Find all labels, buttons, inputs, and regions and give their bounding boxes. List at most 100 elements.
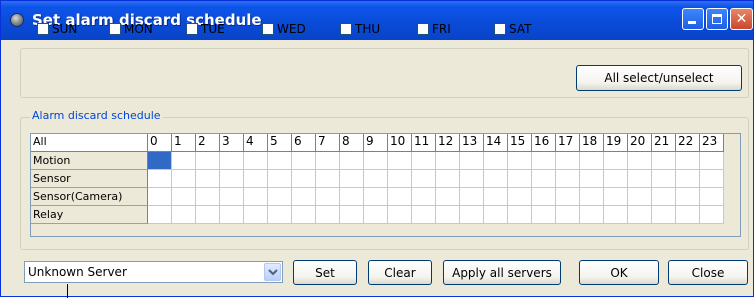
hour-header-4[interactable]: 4	[244, 133, 268, 152]
schedule-cell[interactable]	[604, 152, 628, 170]
schedule-cell[interactable]	[172, 206, 196, 224]
schedule-cell[interactable]	[316, 206, 340, 224]
schedule-cell[interactable]	[604, 188, 628, 206]
schedule-cell[interactable]	[460, 188, 484, 206]
hour-header-19[interactable]: 19	[604, 133, 628, 152]
schedule-cell[interactable]	[652, 206, 676, 224]
hour-header-2[interactable]: 2	[196, 133, 220, 152]
schedule-cell[interactable]	[508, 152, 532, 170]
hour-header-0[interactable]: 0	[148, 133, 172, 152]
schedule-cell[interactable]	[436, 152, 460, 170]
schedule-cell[interactable]	[340, 170, 364, 188]
schedule-cell[interactable]	[244, 188, 268, 206]
schedule-cell[interactable]	[484, 152, 508, 170]
schedule-cell[interactable]	[652, 188, 676, 206]
checkbox[interactable]	[262, 23, 274, 35]
dropdown-button[interactable]	[264, 263, 281, 281]
schedule-cell[interactable]	[628, 206, 652, 224]
schedule-cell[interactable]	[532, 188, 556, 206]
schedule-cell[interactable]	[676, 170, 700, 188]
schedule-cell[interactable]	[652, 170, 676, 188]
hour-header-15[interactable]: 15	[508, 133, 532, 152]
day-checkbox-wed[interactable]: WED	[262, 21, 306, 37]
schedule-cell[interactable]	[412, 170, 436, 188]
schedule-cell[interactable]	[556, 170, 580, 188]
schedule-cell[interactable]	[196, 170, 220, 188]
schedule-cell[interactable]	[676, 206, 700, 224]
schedule-cell[interactable]	[196, 152, 220, 170]
schedule-cell[interactable]	[628, 188, 652, 206]
server-select[interactable]: Unknown Server	[24, 261, 283, 283]
schedule-cell[interactable]	[556, 152, 580, 170]
schedule-cell[interactable]	[340, 152, 364, 170]
schedule-cell[interactable]	[676, 152, 700, 170]
schedule-cell[interactable]	[508, 206, 532, 224]
checkbox[interactable]	[37, 23, 49, 35]
schedule-cell[interactable]	[340, 188, 364, 206]
schedule-cell[interactable]	[676, 188, 700, 206]
schedule-cell[interactable]	[436, 170, 460, 188]
schedule-cell[interactable]	[364, 152, 388, 170]
schedule-cell[interactable]	[364, 170, 388, 188]
apply-all-servers-button[interactable]: Apply all servers	[443, 260, 561, 285]
hour-header-9[interactable]: 9	[364, 133, 388, 152]
schedule-cell[interactable]	[172, 188, 196, 206]
schedule-cell[interactable]	[292, 206, 316, 224]
schedule-cell[interactable]	[580, 170, 604, 188]
schedule-cell[interactable]	[604, 170, 628, 188]
day-checkbox-sat[interactable]: SAT	[494, 21, 531, 37]
schedule-cell[interactable]	[196, 188, 220, 206]
schedule-cell[interactable]	[316, 152, 340, 170]
all-select-button[interactable]: All select/unselect	[576, 65, 742, 91]
schedule-cell[interactable]	[412, 188, 436, 206]
schedule-cell[interactable]	[220, 206, 244, 224]
schedule-cell[interactable]	[508, 170, 532, 188]
schedule-cell[interactable]	[172, 152, 196, 170]
schedule-cell[interactable]	[628, 152, 652, 170]
checkbox[interactable]	[340, 23, 352, 35]
schedule-cell[interactable]	[220, 170, 244, 188]
schedule-cell[interactable]	[532, 206, 556, 224]
hour-header-17[interactable]: 17	[556, 133, 580, 152]
hour-header-5[interactable]: 5	[268, 133, 292, 152]
hour-header-13[interactable]: 13	[460, 133, 484, 152]
schedule-cell[interactable]	[460, 206, 484, 224]
hour-header-8[interactable]: 8	[340, 133, 364, 152]
schedule-cell[interactable]	[580, 188, 604, 206]
day-checkbox-sun[interactable]: SUN	[37, 21, 77, 37]
schedule-cell[interactable]	[388, 152, 412, 170]
day-checkbox-thu[interactable]: THU	[340, 21, 380, 37]
schedule-cell[interactable]	[292, 188, 316, 206]
row-header[interactable]: Motion	[30, 152, 148, 170]
schedule-cell[interactable]	[316, 188, 340, 206]
schedule-cell[interactable]	[436, 206, 460, 224]
schedule-cell[interactable]	[556, 206, 580, 224]
schedule-cell[interactable]	[292, 152, 316, 170]
row-header[interactable]: Sensor	[30, 170, 148, 188]
minimize-button[interactable]	[682, 8, 704, 30]
schedule-cell[interactable]	[244, 152, 268, 170]
schedule-cell[interactable]	[388, 188, 412, 206]
schedule-cell[interactable]	[532, 152, 556, 170]
schedule-cell[interactable]	[268, 188, 292, 206]
hour-header-16[interactable]: 16	[532, 133, 556, 152]
schedule-cell[interactable]	[484, 206, 508, 224]
close-window-button[interactable]: ✕	[730, 8, 753, 30]
checkbox[interactable]	[417, 23, 429, 35]
schedule-cell[interactable]	[484, 170, 508, 188]
schedule-cell[interactable]	[316, 170, 340, 188]
schedule-cell[interactable]	[268, 206, 292, 224]
hour-header-7[interactable]: 7	[316, 133, 340, 152]
schedule-cell[interactable]	[460, 170, 484, 188]
schedule-cell[interactable]	[148, 188, 172, 206]
schedule-cell[interactable]	[220, 152, 244, 170]
schedule-cell[interactable]	[172, 170, 196, 188]
schedule-cell[interactable]	[244, 170, 268, 188]
clear-button[interactable]: Clear	[368, 260, 432, 285]
close-button[interactable]: Close	[668, 260, 748, 285]
hour-header-11[interactable]: 11	[412, 133, 436, 152]
schedule-cell[interactable]	[508, 188, 532, 206]
hour-header-22[interactable]: 22	[676, 133, 700, 152]
schedule-cell[interactable]	[340, 206, 364, 224]
ok-button[interactable]: OK	[579, 260, 659, 285]
